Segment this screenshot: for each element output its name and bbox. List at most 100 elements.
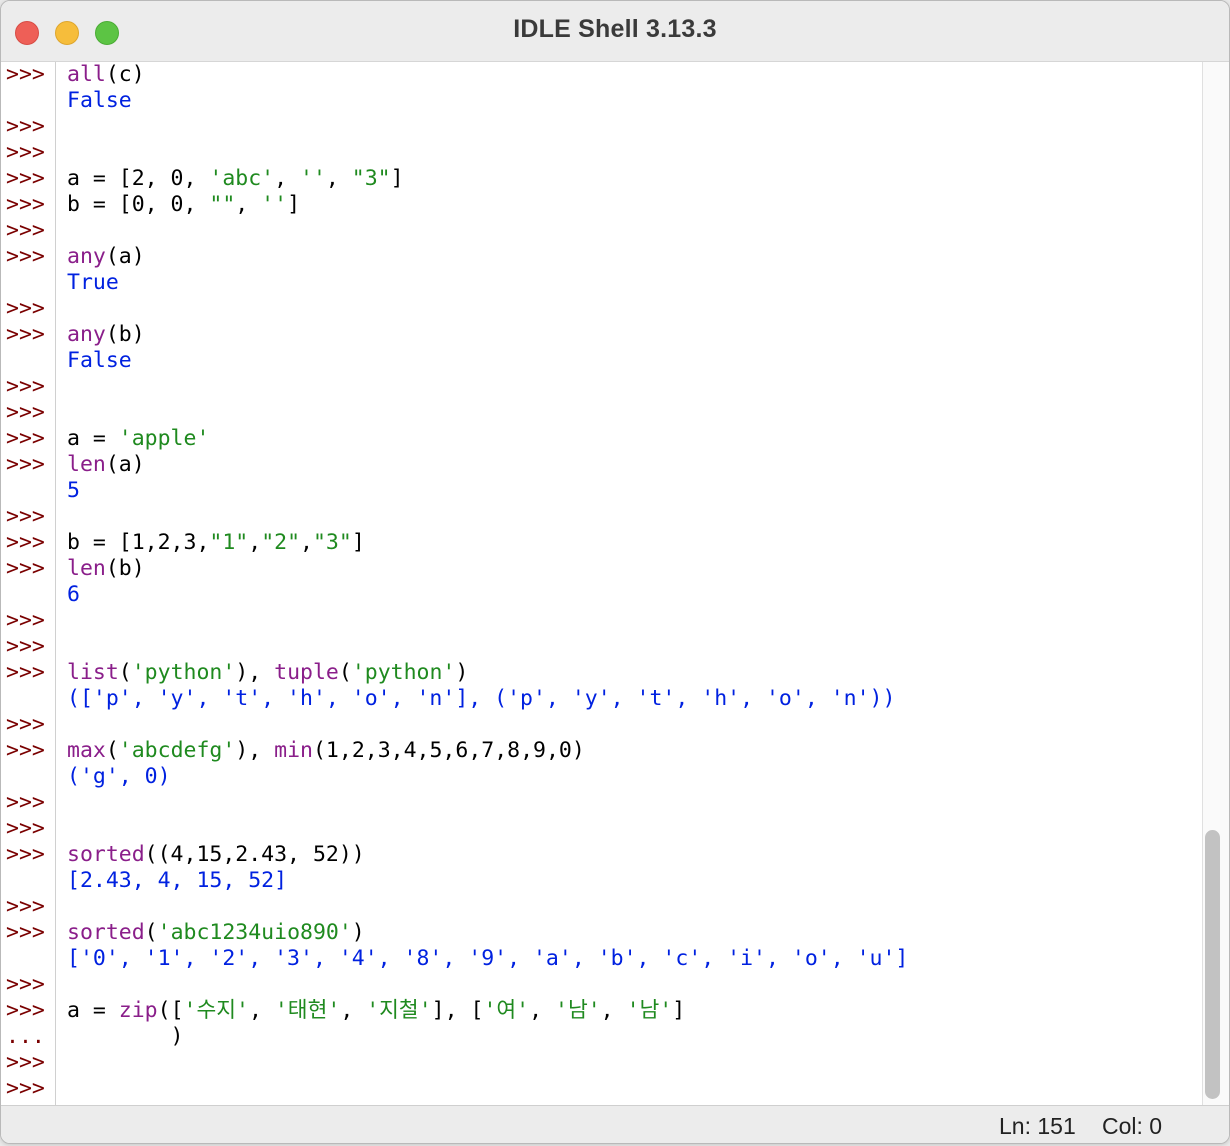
- output-text: False: [67, 348, 132, 373]
- prompt-marker: >>>: [6, 1050, 45, 1075]
- shell-line: len(b): [67, 556, 145, 582]
- prompt-marker: >>>: [6, 790, 45, 815]
- code-token: (a): [105, 244, 145, 269]
- builtin-token: sorted: [67, 920, 145, 945]
- code-token: ,: [325, 166, 352, 191]
- prompt-marker: >>>: [6, 166, 45, 191]
- prompt-marker: >>>: [6, 816, 45, 841]
- builtin-token: min: [274, 738, 313, 763]
- shell-line: all(c): [67, 62, 145, 88]
- string-token: '지철': [366, 998, 432, 1023]
- string-token: '수지': [183, 998, 249, 1023]
- shell-line: max('abcdefg'), min(1,2,3,4,5,6,7,8,9,0): [67, 738, 585, 764]
- code-token: ): [67, 1024, 184, 1049]
- prompt-marker: >>>: [6, 192, 45, 217]
- shell-line: any(b): [67, 322, 145, 348]
- code-token: (b): [105, 322, 145, 347]
- code-token: (a): [105, 452, 145, 477]
- code-token: (: [118, 660, 132, 685]
- code-token: ]: [351, 530, 365, 555]
- builtin-token: list: [67, 660, 119, 685]
- scrollbar-thumb[interactable]: [1205, 830, 1220, 1099]
- code-token: ,: [235, 192, 262, 217]
- prompt-marker: >>>: [6, 244, 45, 269]
- prompt-marker: >>>: [6, 998, 45, 1023]
- prompt-marker: >>>: [6, 218, 45, 243]
- shell-line: 5: [67, 478, 80, 504]
- shell-line: True: [67, 270, 119, 296]
- shell-line: len(a): [67, 452, 145, 478]
- builtin-token: len: [67, 556, 106, 581]
- shell-line: False: [67, 88, 132, 114]
- code-token: ,: [340, 998, 367, 1023]
- string-token: 'abcdefg': [118, 738, 236, 763]
- window-title: IDLE Shell 3.13.3: [513, 15, 717, 43]
- prompt-marker: ...: [6, 1024, 45, 1049]
- prompt-gutter: >>> >>> >>> >>> >>> >>> >>> >>> >>> >>> >>> >>> >>> >…: [1, 62, 56, 1105]
- output-text: ('g', 0): [67, 764, 171, 789]
- code-token: ,: [529, 998, 555, 1023]
- string-token: "3": [351, 166, 391, 191]
- shell-line: list('python'), tuple('python'): [67, 660, 468, 686]
- prompt-marker: >>>: [6, 374, 45, 399]
- code-token: ),: [235, 738, 275, 763]
- title-bar[interactable]: IDLE Shell 3.13.3: [1, 1, 1229, 62]
- shell-line: a = [2, 0, 'abc', '', "3"]: [67, 166, 404, 192]
- code-token: ]: [672, 998, 686, 1023]
- prompt-marker: >>>: [6, 842, 45, 867]
- prompt-marker: >>>: [6, 712, 45, 737]
- shell-line: (['p', 'y', 't', 'h', 'o', 'n'], ('p', '…: [67, 686, 895, 712]
- code-token: ], [: [431, 998, 484, 1023]
- shell-line: ['0', '1', '2', '3', '4', '8', '9', 'a',…: [67, 946, 908, 972]
- output-text: [2.43, 4, 15, 52]: [67, 868, 288, 893]
- code-token: ): [455, 660, 469, 685]
- builtin-token: sorted: [67, 842, 145, 867]
- shell-line: 6: [67, 582, 80, 608]
- builtin-token: any: [67, 244, 106, 269]
- string-token: '태현': [274, 998, 341, 1023]
- status-bar: Ln: 151 Col: 0: [1, 1105, 1229, 1143]
- string-token: 'abc1234uio890': [157, 920, 352, 945]
- code-token: a = [2, 0,: [67, 166, 210, 191]
- output-text: 5: [67, 478, 80, 503]
- prompt-marker: >>>: [6, 608, 45, 633]
- string-token: "2": [261, 530, 301, 555]
- shell-line: ): [67, 1024, 184, 1050]
- string-token: "1": [209, 530, 249, 555]
- prompt-marker: >>>: [6, 894, 45, 919]
- string-token: '남': [626, 998, 673, 1023]
- code-token: (: [338, 660, 352, 685]
- prompt-marker: >>>: [6, 114, 45, 139]
- code-token: ]: [390, 166, 404, 191]
- code-token: ]: [287, 192, 301, 217]
- prompt-marker: >>>: [6, 556, 45, 581]
- prompt-marker: >>>: [6, 62, 45, 87]
- output-text: (['p', 'y', 't', 'h', 'o', 'n'], ('p', '…: [67, 686, 896, 711]
- shell-line: False: [67, 348, 132, 374]
- code-token: ([: [157, 998, 184, 1023]
- string-token: '여': [483, 998, 530, 1023]
- string-token: "3": [312, 530, 352, 555]
- shell-text-area[interactable]: all(c) False a = [2, 0, 'abc', '', "3"] b =…: [56, 62, 1202, 1105]
- code-token: ,: [300, 530, 313, 555]
- prompt-marker: >>>: [6, 738, 45, 763]
- code-token: (: [144, 920, 158, 945]
- prompt-marker: >>>: [6, 530, 45, 555]
- code-token: b = [0, 0,: [67, 192, 210, 217]
- string-token: 'abc': [209, 166, 275, 191]
- code-token: ,: [248, 998, 275, 1023]
- code-token: (: [105, 738, 119, 763]
- builtin-token: tuple: [274, 660, 339, 685]
- code-token: a =: [67, 998, 119, 1023]
- output-text: False: [67, 88, 132, 113]
- builtin-token: any: [67, 322, 106, 347]
- prompt-marker: >>>: [6, 296, 45, 321]
- prompt-marker: >>>: [6, 426, 45, 451]
- builtin-token: all: [67, 62, 106, 87]
- shell-line: b = [1,2,3,"1","2","3"]: [67, 530, 365, 556]
- shell-line: sorted('abc1234uio890'): [67, 920, 365, 946]
- prompt-marker: >>>: [6, 504, 45, 529]
- prompt-marker: >>>: [6, 1076, 45, 1101]
- prompt-marker: >>>: [6, 140, 45, 165]
- prompt-marker: >>>: [6, 322, 45, 347]
